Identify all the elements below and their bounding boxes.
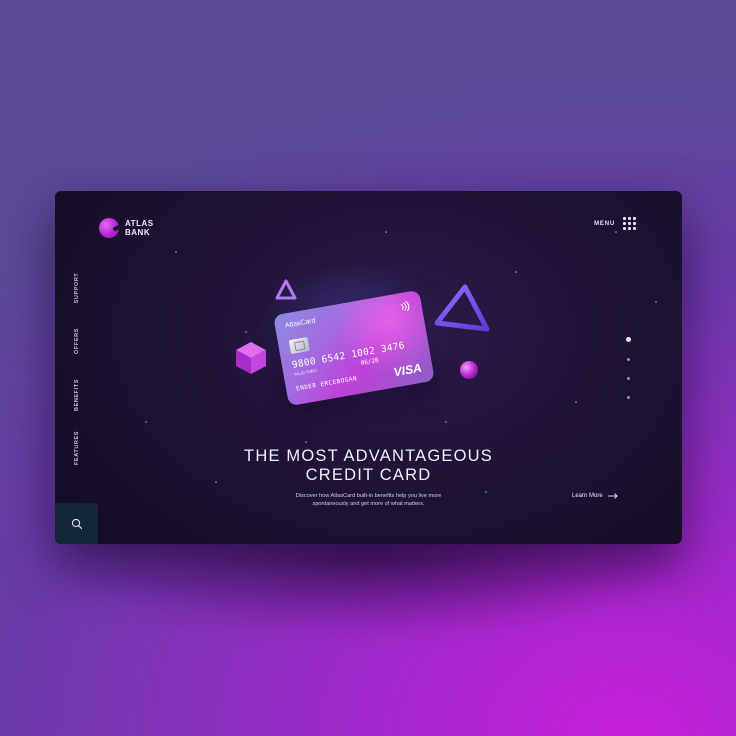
headline-line1: THE MOST ADVANTAGEOUS <box>244 447 493 465</box>
card-chip <box>288 336 310 355</box>
website-mockup: ATLAS BANK MENU SUPPORT OFFERS BENEFITS … <box>55 191 682 544</box>
brand-line1: ATLAS <box>125 219 154 228</box>
slide-dot-2[interactable] <box>627 358 630 361</box>
side-nav-support[interactable]: SUPPORT <box>74 273 80 304</box>
menu-grid-icon <box>623 217 636 230</box>
search-icon <box>71 518 82 529</box>
slide-dot-4[interactable] <box>627 396 630 399</box>
card-brand: AtlasCard <box>284 317 317 330</box>
slide-dot-3[interactable] <box>627 377 630 380</box>
slide-indicator <box>626 337 631 415</box>
brand-name: ATLAS BANK <box>125 219 154 237</box>
slide-dot-1[interactable] <box>626 337 631 342</box>
description-line1: Discover how AtlasCard built-in benefits… <box>295 493 442 499</box>
contactless-icon <box>400 300 410 312</box>
hero-headline: THE MOST ADVANTAGEOUS CREDIT CARD <box>155 447 582 485</box>
large-triangle-shape <box>434 284 490 332</box>
headline-line2: CREDIT CARD <box>305 466 432 484</box>
side-nav-benefits[interactable]: BENEFITS <box>74 379 80 411</box>
small-triangle-shape <box>275 279 297 300</box>
atlas-logo-icon <box>99 218 119 238</box>
search-button[interactable] <box>55 503 98 544</box>
brand-line2: BANK <box>125 228 151 237</box>
brand-logo[interactable]: ATLAS BANK <box>99 218 154 238</box>
menu-button[interactable]: MENU <box>594 217 636 230</box>
visa-logo: VISA <box>392 360 423 380</box>
arrow-right-icon <box>607 493 618 499</box>
cube-shape <box>236 342 266 374</box>
learn-more-link[interactable]: Learn More <box>572 493 618 499</box>
card-holder: ENDER ERCEBOGAN <box>295 374 358 393</box>
hero-description: Discover how AtlasCard built-in benefits… <box>255 492 482 508</box>
card-expiry: 06/28 <box>360 356 380 368</box>
side-nav: SUPPORT OFFERS BENEFITS FEATURES <box>55 191 99 544</box>
sphere-shape <box>460 361 478 379</box>
side-nav-features[interactable]: FEATURES <box>74 431 80 465</box>
menu-label: MENU <box>594 220 615 227</box>
learn-more-label: Learn More <box>572 493 603 499</box>
description-line2: spontaneously and get more of what matte… <box>312 501 425 507</box>
side-nav-offers[interactable]: OFFERS <box>74 328 80 354</box>
